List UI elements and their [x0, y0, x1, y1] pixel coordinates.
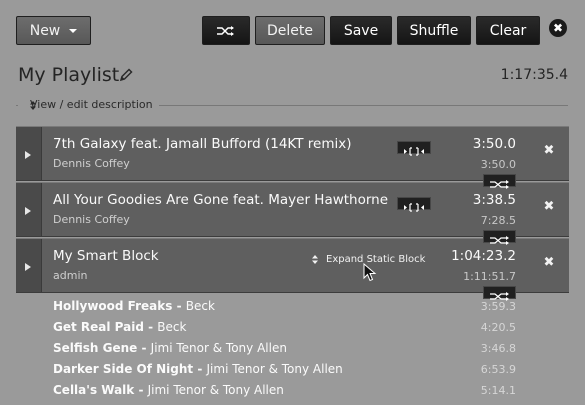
remove-item-icon[interactable]: ✖	[543, 200, 555, 213]
separator: -	[143, 320, 158, 334]
delete-button[interactable]: Delete	[255, 16, 325, 45]
caret-down-icon	[69, 29, 78, 33]
track-length: 3:46.8	[480, 342, 516, 355]
sort-updown-icon	[30, 101, 36, 110]
block-content-row: Selfish Gene - Jimi Tenor & Tony Allen 3…	[16, 338, 569, 359]
item-title: All Your Goodies Are Gone feat. Mayer Ha…	[53, 192, 389, 208]
item-artist: Dennis Coffey	[53, 157, 130, 170]
track-title: Selfish Gene	[53, 341, 138, 355]
separator: -	[134, 383, 148, 397]
description-toggle[interactable]: View / edit description	[18, 97, 159, 113]
track-title: Cella's Walk	[53, 383, 135, 397]
item-length: 1:04:23.2	[451, 248, 516, 264]
new-button-label: New	[29, 23, 61, 39]
close-icon[interactable]: ✖	[549, 19, 567, 37]
item-cumulative-length: 3:50.0	[480, 158, 516, 171]
crossfade-icon	[490, 180, 509, 189]
separator: -	[193, 362, 207, 376]
track-title: Hollywood Freaks	[53, 299, 173, 313]
play-icon	[25, 263, 31, 271]
track-artist: Beck	[157, 320, 187, 334]
crossfade-button[interactable]	[483, 174, 516, 189]
item-title: 7th Galaxy feat. Jamall Bufford (14KT re…	[53, 136, 352, 152]
item-cumulative-length: 7:28.5	[480, 214, 516, 227]
pencil-icon[interactable]	[118, 67, 134, 83]
crossfade-toggle-button[interactable]	[202, 16, 250, 45]
crossfade-icon	[490, 292, 509, 301]
crossfade-button[interactable]	[483, 230, 516, 245]
block-content-row: Darker Side Of Night - Jimi Tenor & Tony…	[16, 359, 569, 380]
cue-bracket-icon	[404, 203, 424, 212]
play-icon	[25, 207, 31, 215]
crossfade-button[interactable]	[483, 286, 516, 301]
cue-bracket-icon	[404, 147, 424, 156]
cue-in-out-button[interactable]	[397, 197, 431, 212]
play-button[interactable]	[16, 127, 42, 180]
playlist-item[interactable]: All Your Goodies Are Gone feat. Mayer Ha…	[16, 182, 569, 237]
playlist-title: My Playlist	[18, 64, 120, 86]
block-content-row: Get Real Paid - Beck 4:20.5	[16, 317, 569, 338]
crossfade-icon	[490, 236, 509, 245]
shuffle-button[interactable]: Shuffle	[397, 16, 471, 45]
track-length: 5:14.1	[480, 384, 516, 397]
item-artist: Dennis Coffey	[53, 213, 130, 226]
separator: -	[172, 299, 186, 313]
track-artist: Jimi Tenor & Tony Allen	[147, 383, 284, 397]
sort-updown-icon	[312, 255, 318, 264]
smart-block-item[interactable]: My Smart Block admin Expand Static Block…	[16, 238, 569, 293]
play-button[interactable]	[16, 239, 42, 292]
remove-item-icon[interactable]: ✖	[543, 256, 555, 269]
cue-in-out-button[interactable]	[397, 141, 431, 156]
track-artist: Jimi Tenor & Tony Allen	[206, 362, 343, 376]
crossfade-icon	[217, 26, 234, 36]
play-icon	[25, 151, 31, 159]
item-artist: admin	[53, 269, 88, 282]
track-artist: Jimi Tenor & Tony Allen	[150, 341, 287, 355]
description-toggle-label: View / edit description	[30, 98, 153, 111]
playlist-panel: New Delete Save Shuffle Clear ✖ My Playl…	[0, 0, 585, 405]
separator: -	[137, 341, 151, 355]
block-content-row: Cella's Walk - Jimi Tenor & Tony Allen 5…	[16, 380, 569, 401]
track-artist: Beck	[185, 299, 215, 313]
track-length: 4:20.5	[480, 321, 516, 334]
save-button[interactable]: Save	[330, 16, 392, 45]
item-title: My Smart Block	[53, 248, 159, 264]
remove-item-icon[interactable]: ✖	[543, 144, 555, 157]
playlist-length: 1:17:35.4	[500, 67, 568, 83]
clear-button[interactable]: Clear	[476, 16, 540, 45]
item-cumulative-length: 1:11:51.7	[463, 270, 516, 283]
track-title: Get Real Paid	[53, 320, 144, 334]
track-title: Darker Side Of Night	[53, 362, 194, 376]
new-button[interactable]: New	[16, 16, 91, 45]
item-length: 3:38.5	[472, 192, 516, 208]
mouse-cursor-icon	[363, 263, 377, 282]
playlist-item[interactable]: 7th Galaxy feat. Jamall Bufford (14KT re…	[16, 126, 569, 181]
track-length: 6:53.9	[480, 363, 516, 376]
play-button[interactable]	[16, 183, 42, 236]
item-length: 3:50.0	[472, 136, 516, 152]
